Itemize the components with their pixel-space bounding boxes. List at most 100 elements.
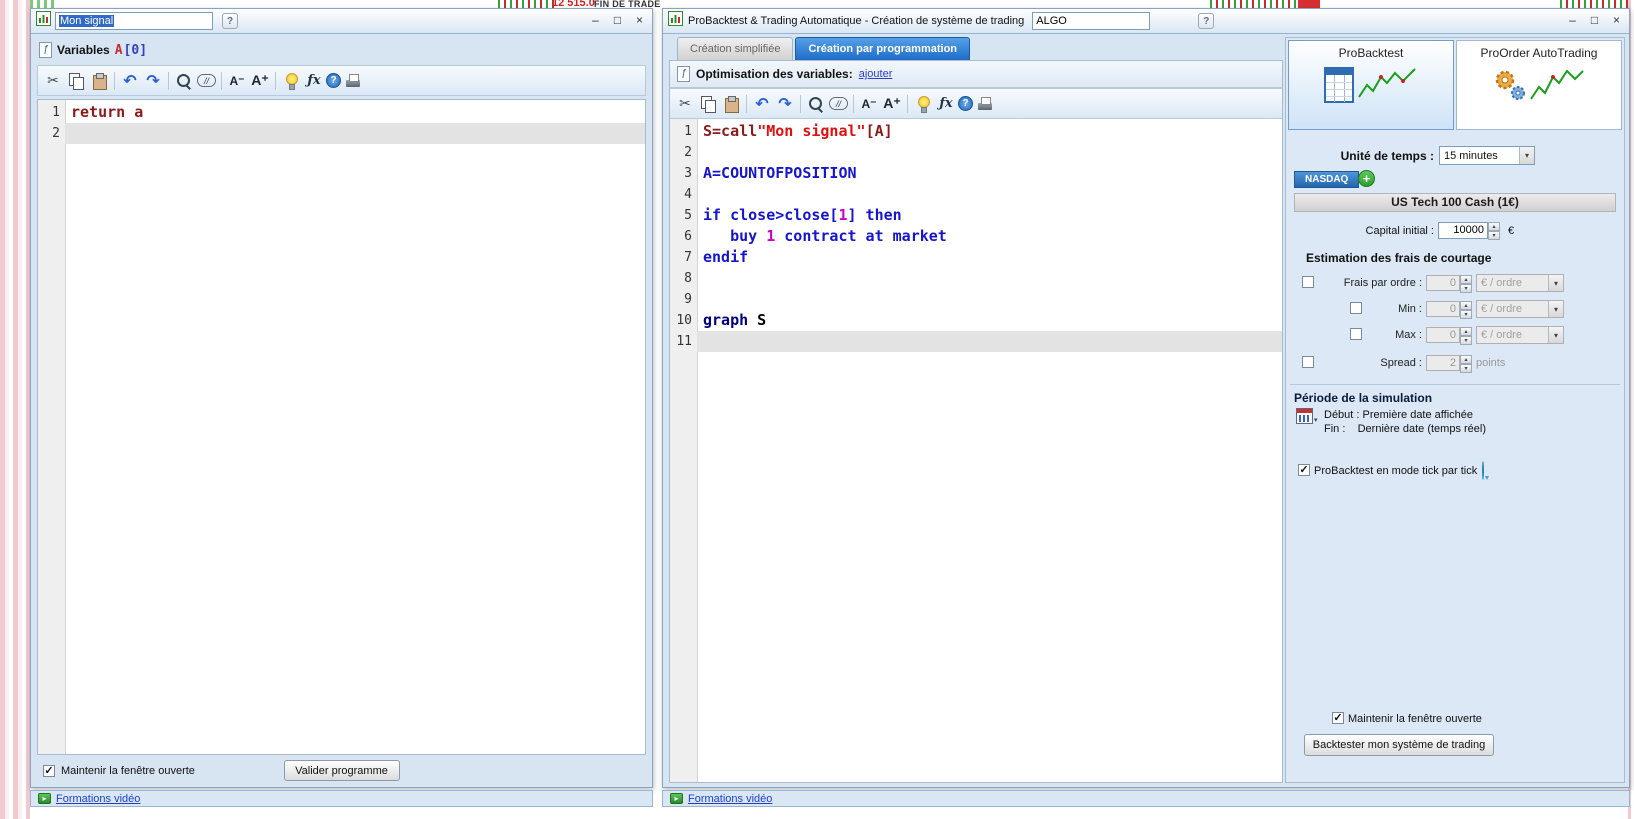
tick-mode-checkbox[interactable]: ✓ xyxy=(1298,464,1310,476)
chat-bubble-icon[interactable] xyxy=(1482,461,1484,480)
formations-video-link[interactable]: Formations vidéo xyxy=(56,793,140,805)
add-instrument-button[interactable]: + xyxy=(1358,170,1375,187)
help-icon[interactable]: ? xyxy=(222,13,238,29)
code-line[interactable]: 6 buy 1 contract at market xyxy=(670,226,1282,247)
fee-unit-select[interactable]: € / ordre ▾ xyxy=(1476,300,1564,318)
code-line[interactable]: 4 xyxy=(670,184,1282,205)
spin-up-icon[interactable]: ▴ xyxy=(1460,301,1472,310)
cut-icon[interactable]: ✂ xyxy=(674,94,696,114)
capital-stepper[interactable]: ▴▾ xyxy=(1488,222,1500,240)
fee-input[interactable]: 0 xyxy=(1426,275,1460,291)
spin-down-icon[interactable]: ▾ xyxy=(1488,231,1500,240)
function-library-icon[interactable]: ƒx xyxy=(935,94,957,114)
help-circle-icon[interactable]: ? xyxy=(326,73,341,88)
titlebar[interactable]: Mon signal ? – □ × xyxy=(31,9,652,34)
spin-up-icon[interactable]: ▴ xyxy=(1460,275,1472,284)
spread-input[interactable]: 2 xyxy=(1426,355,1460,371)
tab-creation-par-programmation[interactable]: Création par programmation xyxy=(795,37,970,60)
print-icon[interactable] xyxy=(342,71,364,91)
code-line[interactable]: 10graph S xyxy=(670,310,1282,331)
code-line[interactable]: 11 xyxy=(670,331,1282,352)
formations-video-link[interactable]: Formations vidéo xyxy=(688,793,772,805)
background-candles xyxy=(498,0,558,8)
redo-icon[interactable]: ↷ xyxy=(142,71,164,91)
font-decrease-icon[interactable]: A⁻ xyxy=(226,71,248,91)
system-code-editor[interactable]: 1S=call"Mon signal"[A]23A=COUNTOFPOSITIO… xyxy=(670,119,1282,782)
spin-up-icon[interactable]: ▴ xyxy=(1460,327,1472,336)
fee-input[interactable]: 0 xyxy=(1426,301,1460,317)
close-button[interactable]: × xyxy=(632,13,647,29)
spin-up-icon[interactable]: ▴ xyxy=(1488,222,1500,231)
code-line[interactable]: 2 xyxy=(670,142,1282,163)
hint-icon[interactable] xyxy=(912,94,934,114)
fee-input[interactable]: 0 xyxy=(1426,327,1460,343)
help-icon[interactable]: ? xyxy=(1198,13,1214,29)
code-line[interactable]: 7endif xyxy=(670,247,1282,268)
code-line[interactable]: 3A=COUNTOFPOSITION xyxy=(670,163,1282,184)
backtest-button[interactable]: Backtester mon système de trading xyxy=(1304,734,1494,756)
capital-input[interactable]: 10000 xyxy=(1438,222,1488,239)
fee-stepper[interactable]: ▴▾ xyxy=(1460,301,1472,319)
add-variable-link[interactable]: ajouter xyxy=(859,68,893,80)
copy-icon[interactable] xyxy=(65,71,87,91)
code-line[interactable]: 1return a xyxy=(38,102,645,123)
redo-icon[interactable]: ↷ xyxy=(774,94,796,114)
validate-program-button[interactable]: Valider programme xyxy=(284,760,400,781)
instrument-tag[interactable]: NASDAQ xyxy=(1294,171,1359,188)
chevron-down-icon[interactable]: ▾ xyxy=(1314,416,1318,424)
undo-icon[interactable]: ↶ xyxy=(751,94,773,114)
minimize-button[interactable]: – xyxy=(1565,13,1580,29)
comment-toggle-icon[interactable]: // xyxy=(829,97,848,110)
spin-down-icon[interactable]: ▾ xyxy=(1460,284,1472,293)
variable-index[interactable]: [0] xyxy=(124,43,147,58)
hint-icon[interactable] xyxy=(280,71,302,91)
minimize-button[interactable]: – xyxy=(588,13,603,29)
code-line[interactable]: 9 xyxy=(670,289,1282,310)
help-circle-icon[interactable]: ? xyxy=(958,96,973,111)
spread-stepper[interactable]: ▴▾ xyxy=(1460,355,1472,373)
signal-code-editor[interactable]: 1return a2 xyxy=(37,99,646,755)
undo-icon[interactable]: ↶ xyxy=(119,71,141,91)
maximize-button[interactable]: □ xyxy=(610,13,625,29)
code-line[interactable]: 8 xyxy=(670,268,1282,289)
variable-name[interactable]: A xyxy=(115,43,123,58)
proorder-mode-button[interactable]: ProOrder AutoTrading xyxy=(1456,40,1622,130)
fee-stepper[interactable]: ▴▾ xyxy=(1460,275,1472,293)
keep-window-open-checkbox[interactable]: ✓ xyxy=(43,765,55,777)
system-name-input[interactable] xyxy=(1032,12,1150,30)
spin-down-icon[interactable]: ▾ xyxy=(1460,310,1472,319)
close-button[interactable]: × xyxy=(1609,13,1624,29)
print-icon[interactable] xyxy=(974,94,996,114)
fee-unit-select[interactable]: € / ordre ▾ xyxy=(1476,274,1564,292)
calendar-icon[interactable] xyxy=(1296,408,1313,424)
date-picker[interactable]: ▾ xyxy=(1296,408,1318,424)
spin-down-icon[interactable]: ▾ xyxy=(1460,364,1472,373)
paste-icon[interactable] xyxy=(720,94,742,114)
search-icon[interactable] xyxy=(805,94,827,114)
probacktest-mode-button[interactable]: ProBacktest xyxy=(1288,40,1454,130)
code-line[interactable]: 5if close>close[1] then xyxy=(670,205,1282,226)
code-line[interactable]: 1S=call"Mon signal"[A] xyxy=(670,121,1282,142)
paste-icon[interactable] xyxy=(88,71,110,91)
comment-toggle-icon[interactable]: // xyxy=(197,74,216,87)
fee-stepper[interactable]: ▴▾ xyxy=(1460,327,1472,345)
fee-unit-select[interactable]: € / ordre ▾ xyxy=(1476,326,1564,344)
copy-icon[interactable] xyxy=(697,94,719,114)
code-text xyxy=(697,289,1282,310)
search-icon[interactable] xyxy=(173,71,195,91)
timeframe-select[interactable]: 15 minutes ▾ xyxy=(1439,146,1535,165)
keep-window-open-checkbox[interactable]: ✓ xyxy=(1332,712,1344,724)
spin-down-icon[interactable]: ▾ xyxy=(1460,336,1472,345)
font-increase-icon[interactable]: A⁺ xyxy=(881,94,903,114)
maximize-button[interactable]: □ xyxy=(1587,13,1602,29)
signal-name-input[interactable]: Mon signal xyxy=(55,12,213,30)
fee-unit-value: € / ordre xyxy=(1477,277,1548,289)
function-library-icon[interactable]: ƒx xyxy=(303,71,325,91)
font-increase-icon[interactable]: A⁺ xyxy=(249,71,271,91)
cut-icon[interactable]: ✂ xyxy=(42,71,64,91)
tab-creation-simplifiee[interactable]: Création simplifiée xyxy=(677,37,793,60)
font-decrease-icon[interactable]: A⁻ xyxy=(858,94,880,114)
code-line[interactable]: 2 xyxy=(38,123,645,144)
spin-up-icon[interactable]: ▴ xyxy=(1460,355,1472,364)
titlebar[interactable]: ProBacktest & Trading Automatique - Créa… xyxy=(663,9,1629,34)
